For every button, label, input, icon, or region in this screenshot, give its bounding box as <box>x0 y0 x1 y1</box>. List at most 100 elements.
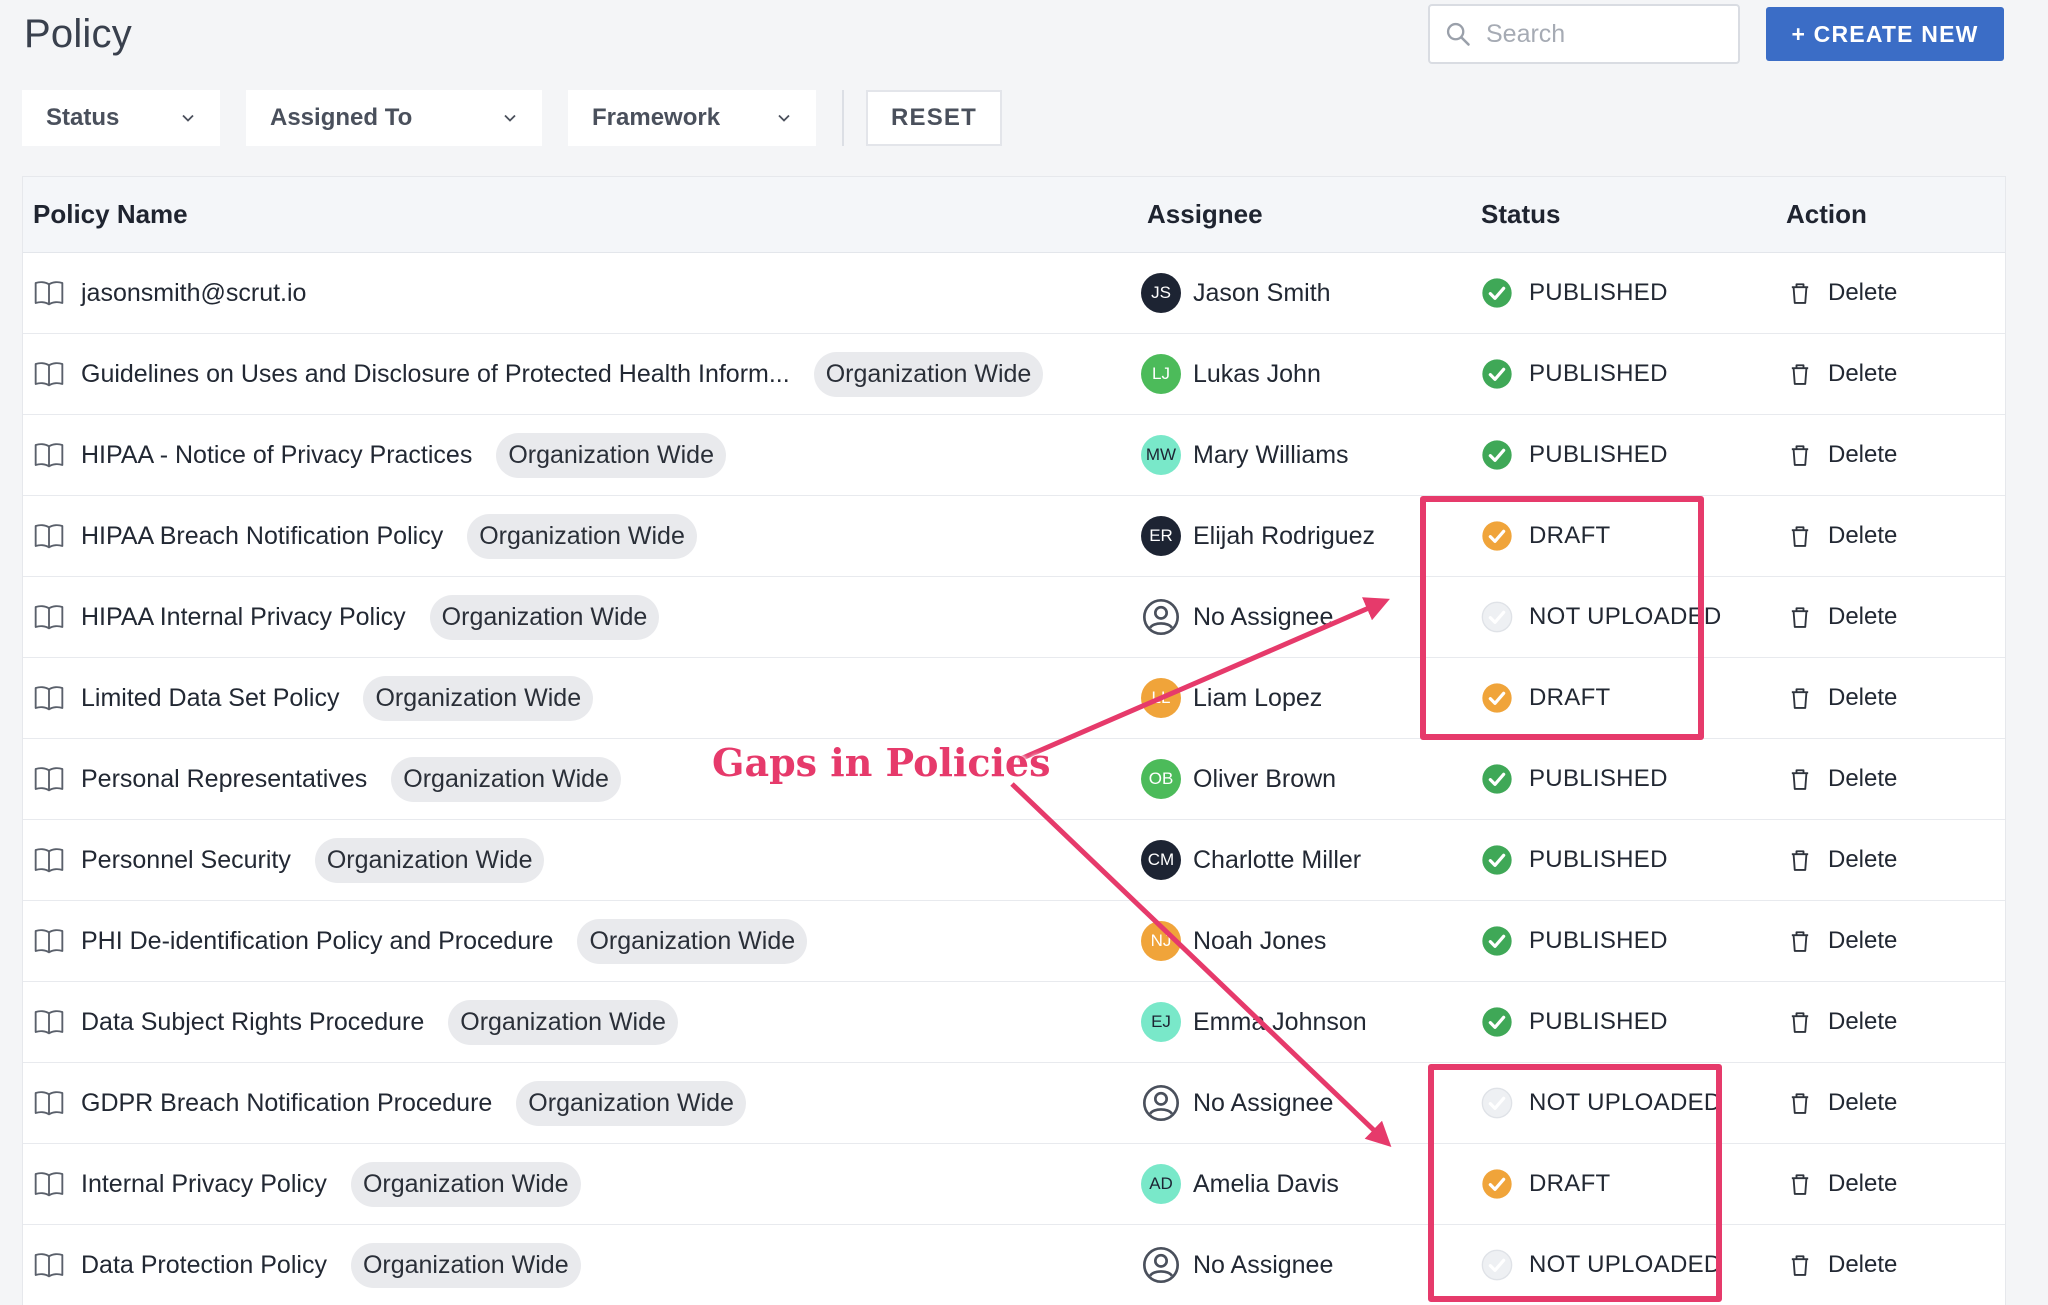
action-cell: Delete <box>1776 603 2005 631</box>
policy-name-cell: HIPAA Internal Privacy Policy Organizatio… <box>23 594 1141 640</box>
table-row[interactable]: PHI De-identification Policy and Procedu… <box>23 901 2005 982</box>
policy-name-link[interactable]: GDPR Breach Notification Procedure <box>81 1089 492 1118</box>
search-input[interactable] <box>1486 19 1726 49</box>
delete-button[interactable]: Delete <box>1828 1251 1897 1279</box>
header-policy-name[interactable]: Policy Name <box>23 199 1141 230</box>
book-icon <box>34 605 64 630</box>
trash-icon[interactable] <box>1786 1170 1814 1198</box>
trash-icon[interactable] <box>1786 846 1814 874</box>
scope-tag: Organization Wide <box>467 513 697 559</box>
policy-name-link[interactable]: Personal Representatives <box>81 765 367 794</box>
status-filter-label: Status <box>46 104 120 131</box>
delete-button[interactable]: Delete <box>1828 765 1897 793</box>
assignee-cell[interactable]: No Assignee <box>1141 597 1459 637</box>
assigned-to-filter-dropdown[interactable]: Assigned To <box>246 90 542 146</box>
table-row[interactable]: Limited Data Set Policy Organization Wide… <box>23 658 2005 739</box>
table-row[interactable]: HIPAA Internal Privacy Policy Organizatio… <box>23 577 2005 658</box>
avatar: LL <box>1141 678 1181 718</box>
trash-icon[interactable] <box>1786 522 1814 550</box>
table-row[interactable]: Data Subject Rights Procedure Organizatio… <box>23 982 2005 1063</box>
delete-button[interactable]: Delete <box>1828 1089 1897 1117</box>
delete-button[interactable]: Delete <box>1828 1008 1897 1036</box>
book-icon <box>34 362 64 387</box>
trash-icon[interactable] <box>1786 1089 1814 1117</box>
delete-button[interactable]: Delete <box>1828 279 1897 307</box>
assignee-name: Liam Lopez <box>1193 683 1323 712</box>
assignee-cell[interactable]: OB Oliver Brown <box>1141 759 1459 799</box>
framework-filter-label: Framework <box>592 104 721 131</box>
delete-button[interactable]: Delete <box>1828 684 1897 712</box>
table-row[interactable]: Personnel Security Organization Wide CM Cha… <box>23 820 2005 901</box>
delete-button[interactable]: Delete <box>1828 1170 1897 1198</box>
trash-icon[interactable] <box>1786 927 1814 955</box>
policy-name-link[interactable]: Data Subject Rights Procedure <box>81 1008 424 1037</box>
book-icon <box>34 1253 64 1278</box>
action-cell: Delete <box>1776 1008 2005 1036</box>
policy-name-link[interactable]: HIPAA - Notice of Privacy Practices <box>81 441 472 470</box>
trash-icon[interactable] <box>1786 603 1814 631</box>
chevron-down-icon <box>182 114 194 122</box>
scope-tag: Organization Wide <box>496 432 726 478</box>
table-row[interactable]: HIPAA Breach Notification Policy Organiza… <box>23 496 2005 577</box>
policy-name-link[interactable]: Limited Data Set Policy <box>81 684 339 713</box>
avatar: OB <box>1141 759 1181 799</box>
gaps-annotation: Gaps in Policies <box>712 740 1051 785</box>
delete-button[interactable]: Delete <box>1828 441 1897 469</box>
table-row[interactable]: Guidelines on Uses and Disclosure of Pro… <box>23 334 2005 415</box>
assignee-cell[interactable]: ER Elijah Rodriguez <box>1141 516 1459 556</box>
trash-icon[interactable] <box>1786 441 1814 469</box>
table-row[interactable]: jasonsmith@scrut.io JS Jason Smith PUBLISHE… <box>23 253 2005 334</box>
assignee-cell[interactable]: LL Liam Lopez <box>1141 678 1459 718</box>
book-icon <box>34 686 64 711</box>
trash-icon[interactable] <box>1786 1008 1814 1036</box>
policy-name-link[interactable]: HIPAA Internal Privacy Policy <box>81 603 406 632</box>
policy-name-link[interactable]: Personnel Security <box>81 846 291 875</box>
assignee-cell[interactable]: AD Amelia Davis <box>1141 1164 1459 1204</box>
policy-name-link[interactable]: PHI De-identification Policy and Procedu… <box>81 927 553 956</box>
table-row[interactable]: HIPAA - Notice of Privacy Practices Organ… <box>23 415 2005 496</box>
policy-name-link[interactable]: Data Protection Policy <box>81 1251 327 1280</box>
assignee-cell[interactable]: MW Mary Williams <box>1141 435 1459 475</box>
policy-name-link[interactable]: Guidelines on Uses and Disclosure of Pro… <box>81 360 790 389</box>
policy-name-link[interactable]: Internal Privacy Policy <box>81 1170 327 1199</box>
delete-button[interactable]: Delete <box>1828 927 1897 955</box>
delete-button[interactable]: Delete <box>1828 846 1897 874</box>
assignee-cell[interactable]: No Assignee <box>1141 1245 1459 1285</box>
assignee-cell[interactable]: NJ Noah Jones <box>1141 921 1459 961</box>
assignee-name: No Assignee <box>1193 1250 1334 1279</box>
trash-icon[interactable] <box>1786 360 1814 388</box>
book-icon <box>34 1172 64 1197</box>
header-assignee[interactable]: Assignee <box>1141 199 1459 230</box>
assignee-cell[interactable]: CM Charlotte Miller <box>1141 840 1459 880</box>
action-cell: Delete <box>1776 1170 2005 1198</box>
trash-icon[interactable] <box>1786 279 1814 307</box>
scope-tag: Organization Wide <box>429 594 660 640</box>
reset-button[interactable]: RESET <box>866 90 1002 146</box>
trash-icon[interactable] <box>1786 765 1814 793</box>
assignee-name: Noah Jones <box>1193 926 1327 955</box>
framework-filter-dropdown[interactable]: Framework <box>568 90 816 146</box>
policy-name-link[interactable]: jasonsmith@scrut.io <box>81 279 306 308</box>
assignee-cell[interactable]: No Assignee <box>1141 1083 1459 1123</box>
status-badge: PUBLISHED <box>1529 360 1668 387</box>
status-filter-dropdown[interactable]: Status <box>22 90 220 146</box>
header-status[interactable]: Status <box>1459 199 1776 230</box>
check-circle-icon <box>1482 1007 1512 1037</box>
status-cell: PUBLISHED <box>1459 763 1776 795</box>
create-new-button[interactable]: + CREATE NEW <box>1766 7 2004 61</box>
assignee-cell[interactable]: JS Jason Smith <box>1141 273 1459 313</box>
trash-icon[interactable] <box>1786 1251 1814 1279</box>
status-cell: PUBLISHED <box>1459 844 1776 876</box>
book-icon <box>34 929 64 954</box>
delete-button[interactable]: Delete <box>1828 603 1897 631</box>
assignee-cell[interactable]: EJ Emma Johnson <box>1141 1002 1459 1042</box>
delete-button[interactable]: Delete <box>1828 522 1897 550</box>
avatar: NJ <box>1141 921 1181 961</box>
policy-name-link[interactable]: HIPAA Breach Notification Policy <box>81 522 443 551</box>
search-box[interactable] <box>1428 4 1740 64</box>
assignee-cell[interactable]: LJ Lukas John <box>1141 354 1459 394</box>
highlight-box-lower <box>1428 1064 1722 1302</box>
book-icon <box>34 443 64 468</box>
trash-icon[interactable] <box>1786 684 1814 712</box>
delete-button[interactable]: Delete <box>1828 360 1897 388</box>
